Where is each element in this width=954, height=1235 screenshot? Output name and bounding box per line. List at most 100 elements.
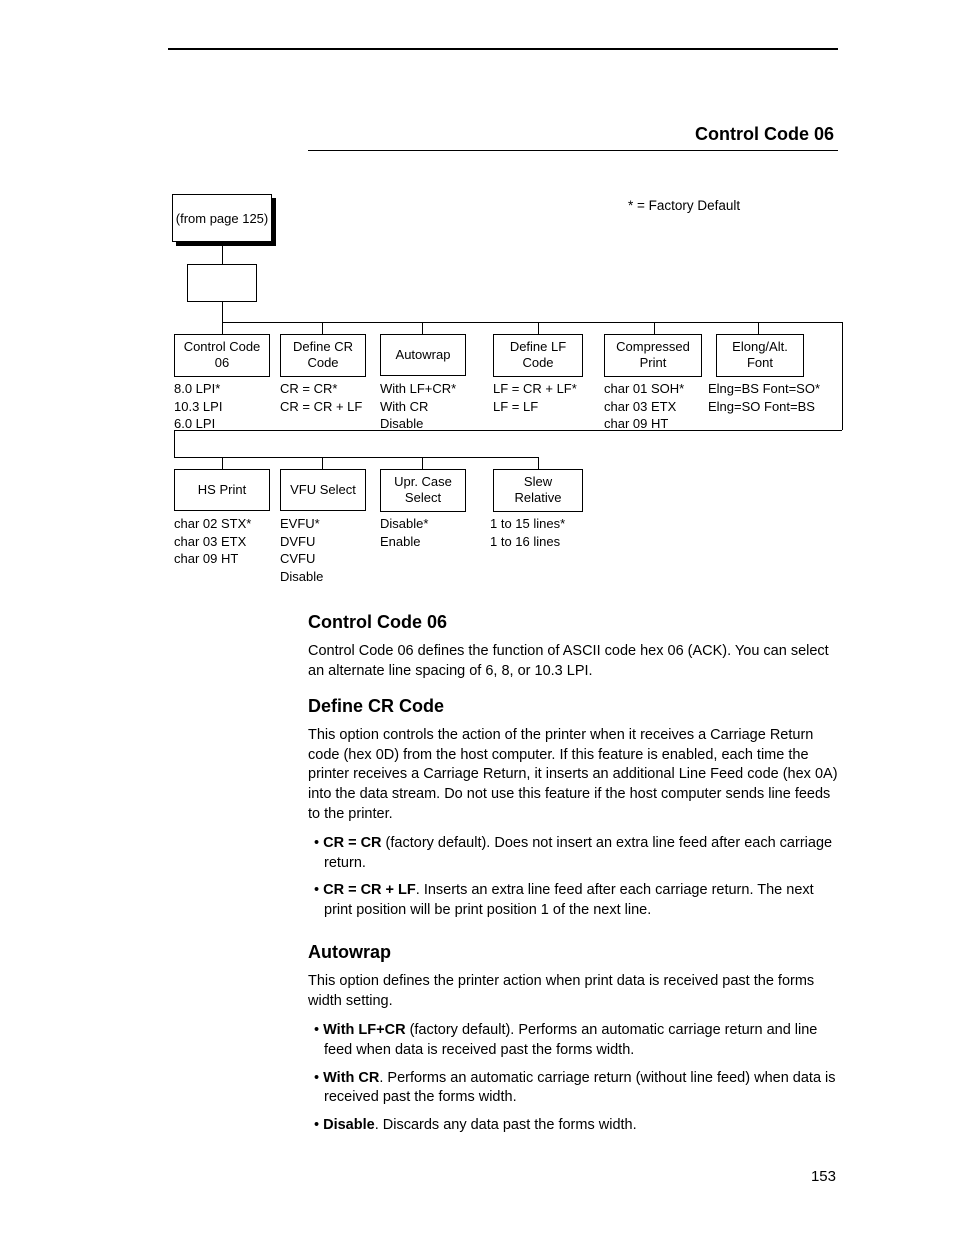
opt: Elng=BS Font=SO*: [708, 380, 820, 398]
node-label: Elong/Alt.Font: [732, 339, 788, 370]
opt: char 03 ETX: [174, 533, 251, 551]
root-box: [187, 264, 257, 302]
bullet-withlfcr: With LF+CR (factory default). Performs a…: [324, 1021, 838, 1060]
bullet-withcr: With CR. Performs an automatic carriage …: [324, 1069, 838, 1108]
connector: [654, 322, 655, 334]
bullet-cr: CR = CR (factory default). Does not inse…: [324, 834, 838, 873]
opt: 10.3 LPI: [174, 398, 222, 416]
opt: LF = CR + LF*: [493, 380, 577, 398]
para: This option controls the action of the p…: [308, 726, 838, 824]
bullet-bold: With CR: [323, 1070, 379, 1086]
connector: [538, 457, 539, 469]
section-define-cr: Define CR Code This option controls the …: [308, 694, 838, 928]
opts-upr-case: Disable* Enable: [380, 515, 428, 550]
bullet-bold: CR = CR: [323, 835, 381, 851]
opt: char 09 HT: [174, 550, 251, 568]
opt: DVFU: [280, 533, 323, 551]
opt: char 03 ETX: [604, 398, 684, 416]
connector: [222, 322, 223, 334]
connector: [322, 322, 323, 334]
node-label: SlewRelative: [515, 474, 562, 505]
connector: [422, 457, 423, 469]
bullet-disable: Disable. Discards any data past the form…: [324, 1116, 838, 1136]
opt: 1 to 15 lines*: [490, 515, 565, 533]
connector: [322, 457, 323, 469]
connector: [222, 322, 842, 323]
connector: [538, 322, 539, 334]
node-label: Autowrap: [396, 347, 451, 362]
opt: LF = LF: [493, 398, 577, 416]
opt: CR = CR*: [280, 380, 362, 398]
opts-elong-alt: Elng=BS Font=SO* Elng=SO Font=BS: [708, 380, 820, 415]
connector: [174, 430, 175, 457]
opt: EVFU*: [280, 515, 323, 533]
para: Control Code 06 defines the function of …: [308, 642, 838, 681]
bullet-bold: Disable: [323, 1117, 375, 1133]
opts-control-code-06: 8.0 LPI* 10.3 LPI 6.0 LPI: [174, 380, 222, 433]
opt: Enable: [380, 533, 428, 551]
page-number: 153: [811, 1168, 836, 1185]
section-title: Control Code 06: [308, 610, 838, 634]
bullet-bold: CR = CR + LF: [323, 882, 416, 898]
section-title: Define CR Code: [308, 694, 838, 718]
opts-vfu-select: EVFU* DVFU CVFU Disable: [280, 515, 323, 585]
connector: [422, 322, 423, 334]
connector: [222, 302, 223, 322]
top-rule: [168, 48, 838, 50]
bullet-rest: (factory default). Does not insert an ex…: [324, 835, 832, 871]
opt: CR = CR + LF: [280, 398, 362, 416]
opts-slew-relative: 1 to 15 lines* 1 to 16 lines: [490, 515, 565, 550]
legend-text: * = Factory Default: [628, 198, 740, 213]
node-elong-alt: Elong/Alt.Font: [716, 334, 804, 377]
node-define-cr: Define CRCode: [280, 334, 366, 377]
opt: With CR: [380, 398, 456, 416]
node-label: Upr. CaseSelect: [394, 474, 452, 505]
pagelink-box: (from page 125): [172, 194, 272, 242]
menu-tree-diagram: * = Factory Default (from page 125) Cont…: [168, 190, 848, 610]
connector: [222, 457, 223, 469]
connector: [174, 457, 539, 458]
bullet-crlf: CR = CR + LF. Inserts an extra line feed…: [324, 881, 838, 920]
node-define-lf: Define LFCode: [493, 334, 583, 377]
opts-compressed: char 01 SOH* char 03 ETX char 09 HT: [604, 380, 684, 433]
node-label: Control Code06: [184, 339, 261, 370]
opt: Elng=SO Font=BS: [708, 398, 820, 416]
node-autowrap: Autowrap: [380, 334, 466, 376]
node-compressed: CompressedPrint: [604, 334, 702, 377]
node-vfu-select: VFU Select: [280, 469, 366, 511]
opt: char 02 STX*: [174, 515, 251, 533]
node-slew-relative: SlewRelative: [493, 469, 583, 512]
bullet-rest: . Discards any data past the forms width…: [375, 1117, 637, 1133]
node-label: Define LFCode: [510, 339, 566, 370]
opt: 8.0 LPI*: [174, 380, 222, 398]
opts-hs-print: char 02 STX* char 03 ETX char 09 HT: [174, 515, 251, 568]
node-control-code-06: Control Code06: [174, 334, 270, 377]
opt: With LF+CR*: [380, 380, 456, 398]
pagelink-text: (from page 125): [176, 211, 269, 226]
connector: [842, 322, 843, 430]
opt: 1 to 16 lines: [490, 533, 565, 551]
bullet-bold: With LF+CR: [323, 1022, 405, 1038]
opt: Disable*: [380, 515, 428, 533]
node-hs-print: HS Print: [174, 469, 270, 511]
section-cc06: Control Code 06 Control Code 06 defines …: [308, 610, 838, 691]
node-label: HS Print: [198, 482, 246, 497]
node-label: Define CRCode: [293, 339, 353, 370]
node-upr-case: Upr. CaseSelect: [380, 469, 466, 512]
section-header: Control Code 06: [695, 124, 834, 145]
connector: [222, 242, 223, 264]
opt: CVFU: [280, 550, 323, 568]
mid-rule: [308, 150, 838, 151]
para: This option defines the printer action w…: [308, 972, 838, 1011]
section-title: Autowrap: [308, 940, 838, 964]
section-autowrap: Autowrap This option defines the printer…: [308, 940, 838, 1143]
bullet-rest: . Performs an automatic carriage return …: [324, 1070, 836, 1106]
opt: Disable: [280, 568, 323, 586]
opts-define-lf: LF = CR + LF* LF = LF: [493, 380, 577, 415]
node-label: VFU Select: [290, 482, 356, 497]
connector: [174, 430, 842, 431]
opts-autowrap: With LF+CR* With CR Disable: [380, 380, 456, 433]
node-label: CompressedPrint: [616, 339, 690, 370]
connector: [758, 322, 759, 334]
opts-define-cr: CR = CR* CR = CR + LF: [280, 380, 362, 415]
